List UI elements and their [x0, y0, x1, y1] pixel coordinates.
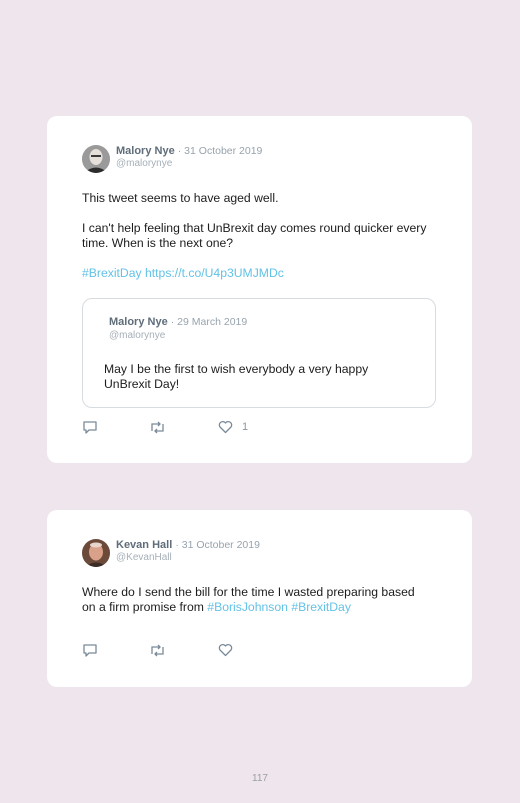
quoted-handle: @malorynye [109, 330, 166, 341]
tweet-body: Where do I send the bill for the time I … [82, 585, 427, 615]
author-line: Malory Nye · 31 October 2019 [116, 145, 262, 158]
reply-icon [83, 643, 97, 657]
reply-icon [83, 420, 97, 434]
tweet-body: This tweet seems to have aged well. I ca… [82, 191, 442, 281]
avatar[interactable] [82, 539, 110, 567]
avatar[interactable] [82, 145, 110, 173]
page-number: 117 [252, 773, 268, 784]
quoted-date: · 29 March 2019 [170, 316, 248, 328]
hashtag-link[interactable]: #BrexitDay [291, 600, 351, 614]
retweet-icon [151, 421, 164, 433]
quoted-tweet[interactable]: Malory Nye · 29 March 2019 @malorynye Ma… [82, 298, 436, 408]
quoted-text: May I be the first to wish everybody a v… [104, 362, 369, 391]
url-link[interactable]: https://t.co/U4p3UMJMDc [145, 266, 284, 280]
author-name[interactable]: Malory Nye [116, 145, 175, 157]
hashtag-link[interactable]: #BrexitDay [82, 266, 142, 280]
hashtag-link[interactable]: #BorisJohnson [207, 600, 288, 614]
reply-button[interactable] [82, 419, 98, 435]
tweet-links: #BrexitDay https://t.co/U4p3UMJMDc [82, 266, 442, 281]
tweet-card: Malory Nye · 31 October 2019 @malorynye … [47, 116, 472, 463]
reply-button[interactable] [82, 642, 98, 658]
tweet-text-line: I can't help feeling that UnBrexit day c… [82, 221, 427, 250]
tweet-date[interactable]: · 31 October 2019 [175, 539, 260, 551]
heart-icon [218, 643, 233, 657]
tweet-text-line: This tweet seems to have aged well. [82, 191, 279, 205]
like-button[interactable]: 1 [218, 419, 248, 435]
like-button[interactable] [218, 642, 233, 658]
retweet-button[interactable] [149, 642, 166, 658]
tweet-text-line: Where do I send the bill for the time I … [82, 585, 427, 615]
author-name[interactable]: Kevan Hall [116, 539, 172, 551]
tweet-card: Kevan Hall · 31 October 2019 @KevanHall … [47, 510, 472, 687]
author-handle: @KevanHall [116, 552, 172, 563]
author-handle: @malorynye [116, 158, 173, 169]
retweet-button[interactable] [149, 419, 166, 435]
heart-icon [218, 420, 233, 434]
quoted-author-name: Malory Nye [109, 316, 168, 328]
tweet-date[interactable]: · 31 October 2019 [178, 145, 263, 157]
retweet-icon [151, 644, 164, 656]
like-count: 1 [242, 421, 249, 433]
author-line: Kevan Hall · 31 October 2019 [116, 539, 260, 552]
quoted-author-line: Malory Nye · 29 March 2019 [109, 316, 247, 329]
